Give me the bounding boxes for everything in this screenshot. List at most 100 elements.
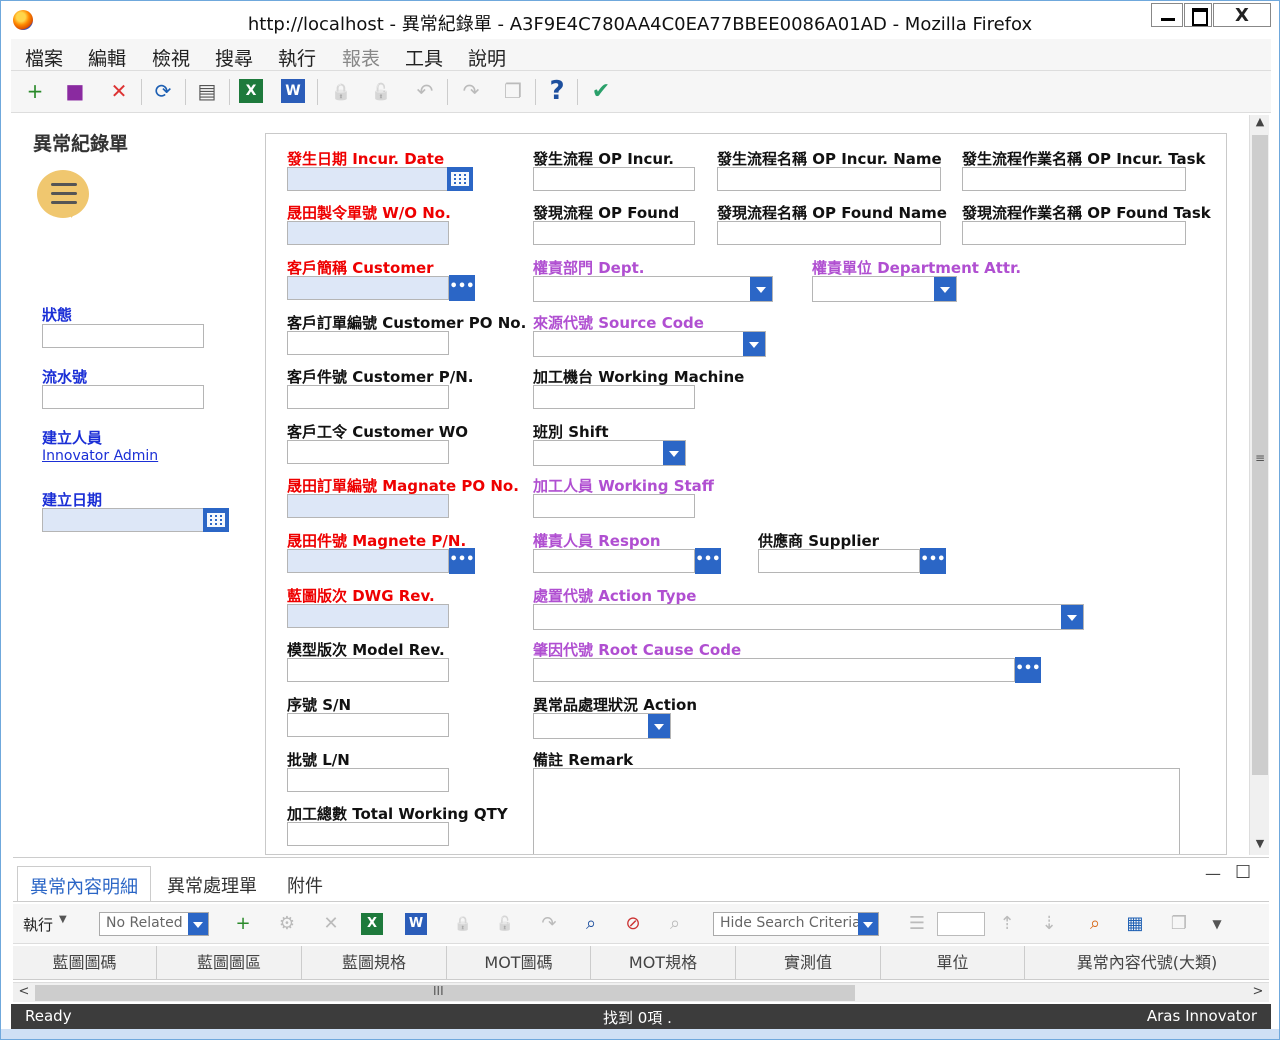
column-header[interactable]: 實測值: [736, 946, 881, 980]
panel-maximize-icon[interactable]: ☐: [1235, 862, 1251, 883]
scroll-down-icon[interactable]: ▼: [1250, 837, 1270, 855]
dwg-rev-field[interactable]: [287, 604, 449, 628]
column-header[interactable]: MOT規格: [591, 946, 736, 980]
tab-exception-details[interactable]: 異常內容明細: [17, 866, 151, 902]
incur-date-field[interactable]: [287, 167, 449, 191]
respon-field[interactable]: [533, 549, 695, 573]
respon-lookup-button[interactable]: •••: [695, 548, 721, 574]
tab-handling-form[interactable]: 異常處理單: [167, 866, 257, 902]
menu-file[interactable]: 檔案: [25, 44, 63, 71]
discard-icon[interactable]: ✕: [105, 77, 133, 105]
minimize-button[interactable]: [1151, 3, 1183, 27]
menu-search[interactable]: 搜尋: [215, 44, 253, 71]
column-header[interactable]: 單位: [881, 946, 1025, 980]
customer-field[interactable]: [287, 276, 449, 300]
serial-field[interactable]: [42, 385, 204, 409]
customer-pn-field[interactable]: [287, 385, 449, 409]
op-found-field[interactable]: [533, 221, 695, 245]
menu-view[interactable]: 檢視: [152, 44, 190, 71]
column-header[interactable]: 藍圖規格: [302, 946, 447, 980]
column-header[interactable]: 異常內容代號(大類): [1025, 946, 1269, 980]
tab-attachments[interactable]: 附件: [287, 866, 323, 902]
menu-run[interactable]: 執行: [278, 44, 316, 71]
menu-edit[interactable]: 編輯: [88, 44, 126, 71]
lock-icon[interactable]: 🔒: [449, 911, 477, 937]
column-header[interactable]: MOT圖碼: [447, 946, 591, 980]
refresh-icon[interactable]: ⟳: [149, 77, 177, 105]
customer-lookup-button[interactable]: •••: [449, 275, 475, 301]
op-found-task-field[interactable]: [962, 221, 1186, 245]
run-search-icon[interactable]: ⌕: [577, 911, 605, 937]
op-incur-task-field[interactable]: [962, 167, 1186, 191]
op-found-name-field[interactable]: [717, 221, 941, 245]
menu-help[interactable]: 說明: [468, 44, 506, 71]
word-icon[interactable]: W: [281, 79, 305, 103]
promote-icon[interactable]: ↷: [535, 911, 563, 937]
supplier-lookup-button[interactable]: •••: [920, 548, 946, 574]
chevron-down-icon[interactable]: ▼: [59, 914, 67, 925]
created-on-field[interactable]: [42, 508, 206, 532]
column-header[interactable]: 藍圖圖碼: [13, 946, 157, 980]
sort-asc-icon[interactable]: ⇡: [993, 911, 1021, 937]
save-icon[interactable]: ■: [61, 77, 89, 105]
related-select[interactable]: No Related: [99, 912, 209, 936]
scroll-up-icon[interactable]: ▲: [1250, 115, 1270, 133]
excel-icon[interactable]: X: [239, 79, 263, 103]
scroll-thumb[interactable]: [35, 985, 855, 1001]
help-icon[interactable]: ?: [543, 76, 571, 106]
staff-field[interactable]: [533, 494, 695, 518]
maximize-button[interactable]: [1184, 3, 1212, 27]
excel-icon[interactable]: X: [361, 913, 383, 935]
magnete-pn-lookup-button[interactable]: •••: [449, 548, 475, 574]
promote-icon[interactable]: ↷: [457, 77, 485, 105]
grid-layout-icon[interactable]: ▦: [1121, 911, 1149, 937]
supplier-field[interactable]: [758, 549, 920, 573]
lock-icon[interactable]: 🔒: [327, 77, 355, 105]
calendar-icon[interactable]: [203, 508, 229, 532]
root-cause-field[interactable]: [533, 658, 1015, 682]
scroll-left-icon[interactable]: <: [15, 984, 33, 999]
customer-po-field[interactable]: [287, 331, 449, 355]
action-type-select[interactable]: [533, 604, 1084, 630]
created-by-link[interactable]: Innovator Admin: [42, 448, 158, 464]
unlock-icon[interactable]: 🔓: [367, 77, 395, 105]
machine-field[interactable]: [533, 385, 695, 409]
page-size-input[interactable]: [937, 912, 985, 936]
op-incur-field[interactable]: [533, 167, 695, 191]
ln-field[interactable]: [287, 768, 449, 792]
unlock-icon[interactable]: 🔓: [491, 911, 519, 937]
status-field[interactable]: [42, 324, 204, 348]
panel-minimize-icon[interactable]: —: [1205, 864, 1221, 883]
list-icon[interactable]: ☰: [903, 911, 931, 937]
remark-textarea[interactable]: [533, 768, 1180, 854]
customer-wo-field[interactable]: [287, 440, 449, 464]
more-chevron-icon[interactable]: ▼: [1203, 911, 1231, 937]
find-icon[interactable]: ⌕: [1081, 911, 1109, 937]
undo-icon[interactable]: ↶: [411, 77, 439, 105]
root-cause-lookup-button[interactable]: •••: [1015, 657, 1041, 683]
print-icon[interactable]: ▤: [193, 77, 221, 105]
done-icon[interactable]: ✔: [587, 77, 615, 105]
total-qty-field[interactable]: [287, 822, 449, 846]
scroll-right-icon[interactable]: >: [1249, 984, 1267, 999]
copy-icon[interactable]: ❐: [1165, 911, 1193, 937]
model-rev-field[interactable]: [287, 658, 449, 682]
sort-desc-icon[interactable]: ⇣: [1035, 911, 1063, 937]
search-mode-select[interactable]: Hide Search Criteria: [713, 912, 879, 936]
shift-select[interactable]: [533, 440, 686, 466]
dept-select[interactable]: [533, 276, 773, 302]
sn-field[interactable]: [287, 713, 449, 737]
copy-icon[interactable]: ❐: [499, 77, 527, 105]
grid-hscrollbar[interactable]: < III >: [13, 982, 1269, 1002]
action-select[interactable]: [533, 713, 671, 739]
new-icon[interactable]: +: [21, 77, 49, 105]
dept-attr-select[interactable]: [812, 276, 957, 302]
calendar-icon[interactable]: [447, 167, 473, 191]
wo-no-field[interactable]: [287, 221, 449, 245]
menu-tools[interactable]: 工具: [405, 44, 443, 71]
magnate-po-field[interactable]: [287, 494, 449, 518]
op-incur-name-field[interactable]: [717, 167, 941, 191]
word-icon[interactable]: W: [405, 913, 427, 935]
form-scrollbar[interactable]: ▲ ≡ ▼: [1249, 115, 1269, 855]
source-code-select[interactable]: [533, 331, 766, 357]
